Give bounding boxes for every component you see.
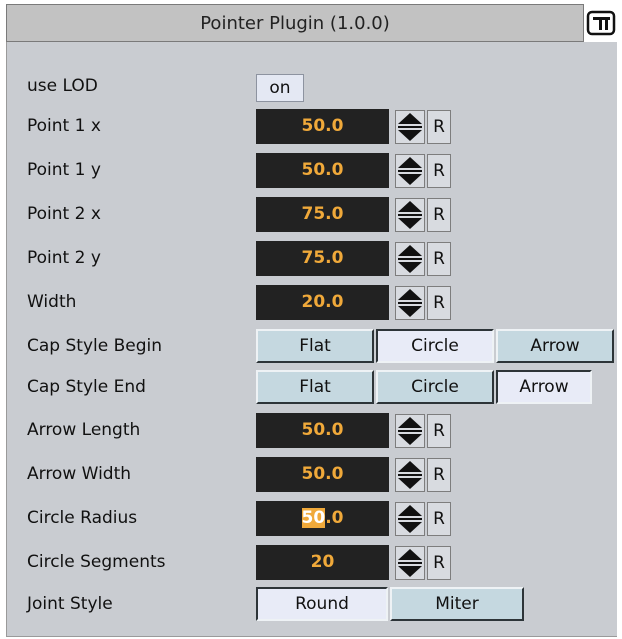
arrow-width-reset-button[interactable]: R [427, 458, 451, 492]
width-reset-button[interactable]: R [427, 286, 451, 320]
circle-segments-spinner[interactable] [395, 546, 425, 580]
cap-begin-circle-button[interactable]: Circle [376, 329, 494, 363]
spinner-arrows-icon [398, 113, 422, 141]
point1x-input[interactable]: 50.0 [256, 109, 389, 144]
cap-begin-arrow-button[interactable]: Arrow [496, 329, 614, 363]
circle-radius-reset-button[interactable]: R [427, 502, 451, 536]
arrow-width-label: Arrow Width [27, 464, 132, 484]
row-cap-style-begin: Cap Style Begin Flat Circle Arrow [7, 326, 617, 366]
spinner-arrows-icon [398, 201, 422, 229]
point1y-label: Point 1 y [27, 160, 101, 180]
circle-segments-label: Circle Segments [27, 552, 166, 572]
spinner-arrows-icon [398, 461, 422, 489]
row-joint-style: Joint Style Round Miter [7, 584, 617, 624]
cap-end-flat-button[interactable]: Flat [256, 370, 374, 404]
joint-style-label: Joint Style [27, 594, 113, 614]
circle-segments-reset-button[interactable]: R [427, 546, 451, 580]
row-circle-segments: Circle Segments 20 R [7, 542, 617, 582]
row-point1y: Point 1 y 50.0 R [7, 150, 617, 190]
cap-style-end-label: Cap Style End [27, 377, 146, 397]
point1x-reset-button[interactable]: R [427, 110, 451, 144]
spinner-arrows-icon [398, 549, 422, 577]
circle-radius-label: Circle Radius [27, 508, 138, 528]
row-width: Width 20.0 R [7, 282, 617, 322]
point2x-reset-button[interactable]: R [427, 198, 451, 232]
properties-panel: use LOD on Point 1 x 50.0 R Point 1 y 50… [6, 42, 617, 637]
point2x-label: Point 2 x [27, 204, 101, 224]
circle-radius-selected-text: 50 [301, 508, 326, 528]
arrow-width-input[interactable]: 50.0 [256, 457, 389, 492]
use-lod-toggle[interactable]: on [256, 74, 304, 102]
joint-round-button[interactable]: Round [256, 587, 388, 621]
point1x-label: Point 1 x [27, 116, 101, 136]
width-input[interactable]: 20.0 [256, 285, 389, 320]
cap-end-arrow-button[interactable]: Arrow [496, 370, 592, 404]
arrow-length-input[interactable]: 50.0 [256, 413, 389, 448]
row-arrow-length: Arrow Length 50.0 R [7, 410, 617, 450]
use-lod-label: use LOD [27, 76, 98, 96]
spinner-arrows-icon [398, 505, 422, 533]
point1y-input[interactable]: 50.0 [256, 153, 389, 188]
circle-radius-rest-text: .0 [325, 508, 344, 528]
cap-begin-flat-button[interactable]: Flat [256, 329, 374, 363]
plugin-title-bar: Pointer Plugin (1.0.0) [6, 4, 584, 42]
arrow-length-spinner[interactable] [395, 414, 425, 448]
spinner-arrows-icon [398, 417, 422, 445]
arrow-width-spinner[interactable] [395, 458, 425, 492]
circle-radius-input[interactable]: 50.0 [256, 501, 389, 536]
row-cap-style-end: Cap Style End Flat Circle Arrow [7, 367, 617, 407]
point2y-label: Point 2 y [27, 248, 101, 268]
width-label: Width [27, 292, 77, 312]
point2y-input[interactable]: 75.0 [256, 241, 389, 276]
spinner-arrows-icon [398, 289, 422, 317]
row-use-lod: use LOD on [7, 66, 617, 106]
circle-radius-spinner[interactable] [395, 502, 425, 536]
row-point2y: Point 2 y 75.0 R [7, 238, 617, 278]
row-point1x: Point 1 x 50.0 R [7, 106, 617, 146]
row-arrow-width: Arrow Width 50.0 R [7, 454, 617, 494]
plugin-icon[interactable] [585, 6, 619, 40]
point1x-spinner[interactable] [395, 110, 425, 144]
point2y-reset-button[interactable]: R [427, 242, 451, 276]
spinner-arrows-icon [398, 245, 422, 273]
point2y-spinner[interactable] [395, 242, 425, 276]
row-point2x: Point 2 x 75.0 R [7, 194, 617, 234]
arrow-length-label: Arrow Length [27, 420, 141, 440]
cap-end-circle-button[interactable]: Circle [376, 370, 494, 404]
joint-miter-button[interactable]: Miter [390, 587, 524, 621]
cap-style-begin-label: Cap Style Begin [27, 336, 162, 356]
spinner-arrows-icon [398, 157, 422, 185]
width-spinner[interactable] [395, 286, 425, 320]
row-circle-radius: Circle Radius 50.0 R [7, 498, 617, 538]
point1y-spinner[interactable] [395, 154, 425, 188]
point1y-reset-button[interactable]: R [427, 154, 451, 188]
arrow-length-reset-button[interactable]: R [427, 414, 451, 448]
circle-segments-input[interactable]: 20 [256, 545, 389, 580]
point2x-spinner[interactable] [395, 198, 425, 232]
plugin-title: Pointer Plugin (1.0.0) [200, 12, 390, 34]
point2x-input[interactable]: 75.0 [256, 197, 389, 232]
